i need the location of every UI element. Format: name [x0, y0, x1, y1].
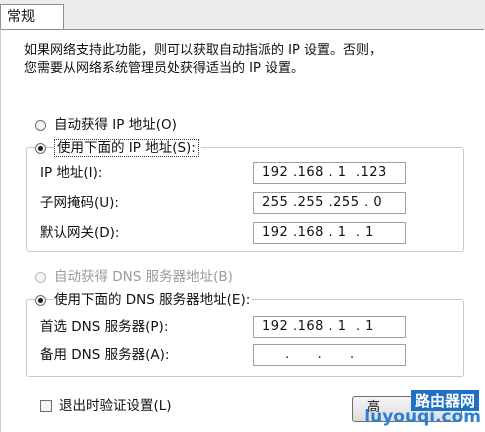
preferred-dns-field[interactable]: 192 .168 . 1 . 1 [253, 316, 406, 338]
description-line-2: 您需要从网络系统管理员处获得适当的 IP 设置。 [24, 61, 304, 76]
tab-bar [0, 0, 485, 30]
tab-general[interactable]: 常规 [0, 4, 64, 30]
ip-auto-label[interactable]: 自动获得 IP 地址(O) [54, 116, 177, 134]
alternate-dns-field[interactable]: . . . [253, 344, 406, 366]
default-gateway-label: 默认网关(D): [40, 225, 120, 241]
dns-manual-label[interactable]: 使用下面的 DNS 服务器地址(E): [54, 291, 253, 309]
default-gateway-field[interactable]: 192 .168 . 1 . 1 [253, 222, 406, 244]
validate-on-exit-checkbox[interactable] [40, 400, 52, 412]
ip-auto-radio[interactable] [35, 120, 46, 131]
description-line-1: 如果网络支持此功能，则可以获取自动指派的 IP 设置。否则， [24, 43, 382, 58]
ip-manual-label-text: 使用下面的 IP 地址(S): [54, 139, 199, 157]
preferred-dns-label: 首选 DNS 服务器(P): [40, 319, 169, 335]
ip-manual-radio[interactable] [35, 143, 46, 154]
subnet-mask-field[interactable]: 255 .255 .255 . 0 [253, 192, 406, 214]
dns-manual-radio[interactable] [35, 295, 46, 306]
dns-auto-radio[interactable] [35, 272, 46, 283]
ip-address-field[interactable]: 192 .168 . 1 .123 [253, 162, 406, 184]
watermark-line-2: luyouqi.com [364, 407, 481, 427]
subnet-mask-label: 子网掩码(U): [40, 195, 119, 211]
alternate-dns-label: 备用 DNS 服务器(A): [40, 347, 170, 363]
dns-auto-label[interactable]: 自动获得 DNS 服务器地址(B) [54, 268, 233, 286]
validate-on-exit-label[interactable]: 退出时验证设置(L) [59, 397, 172, 415]
description: 如果网络支持此功能，则可以获取自动指派的 IP 设置。否则， 您需要从网络系统管… [24, 42, 474, 78]
ip-address-label: IP 地址(I): [40, 165, 103, 181]
ip-manual-label[interactable]: 使用下面的 IP 地址(S): [54, 139, 201, 157]
